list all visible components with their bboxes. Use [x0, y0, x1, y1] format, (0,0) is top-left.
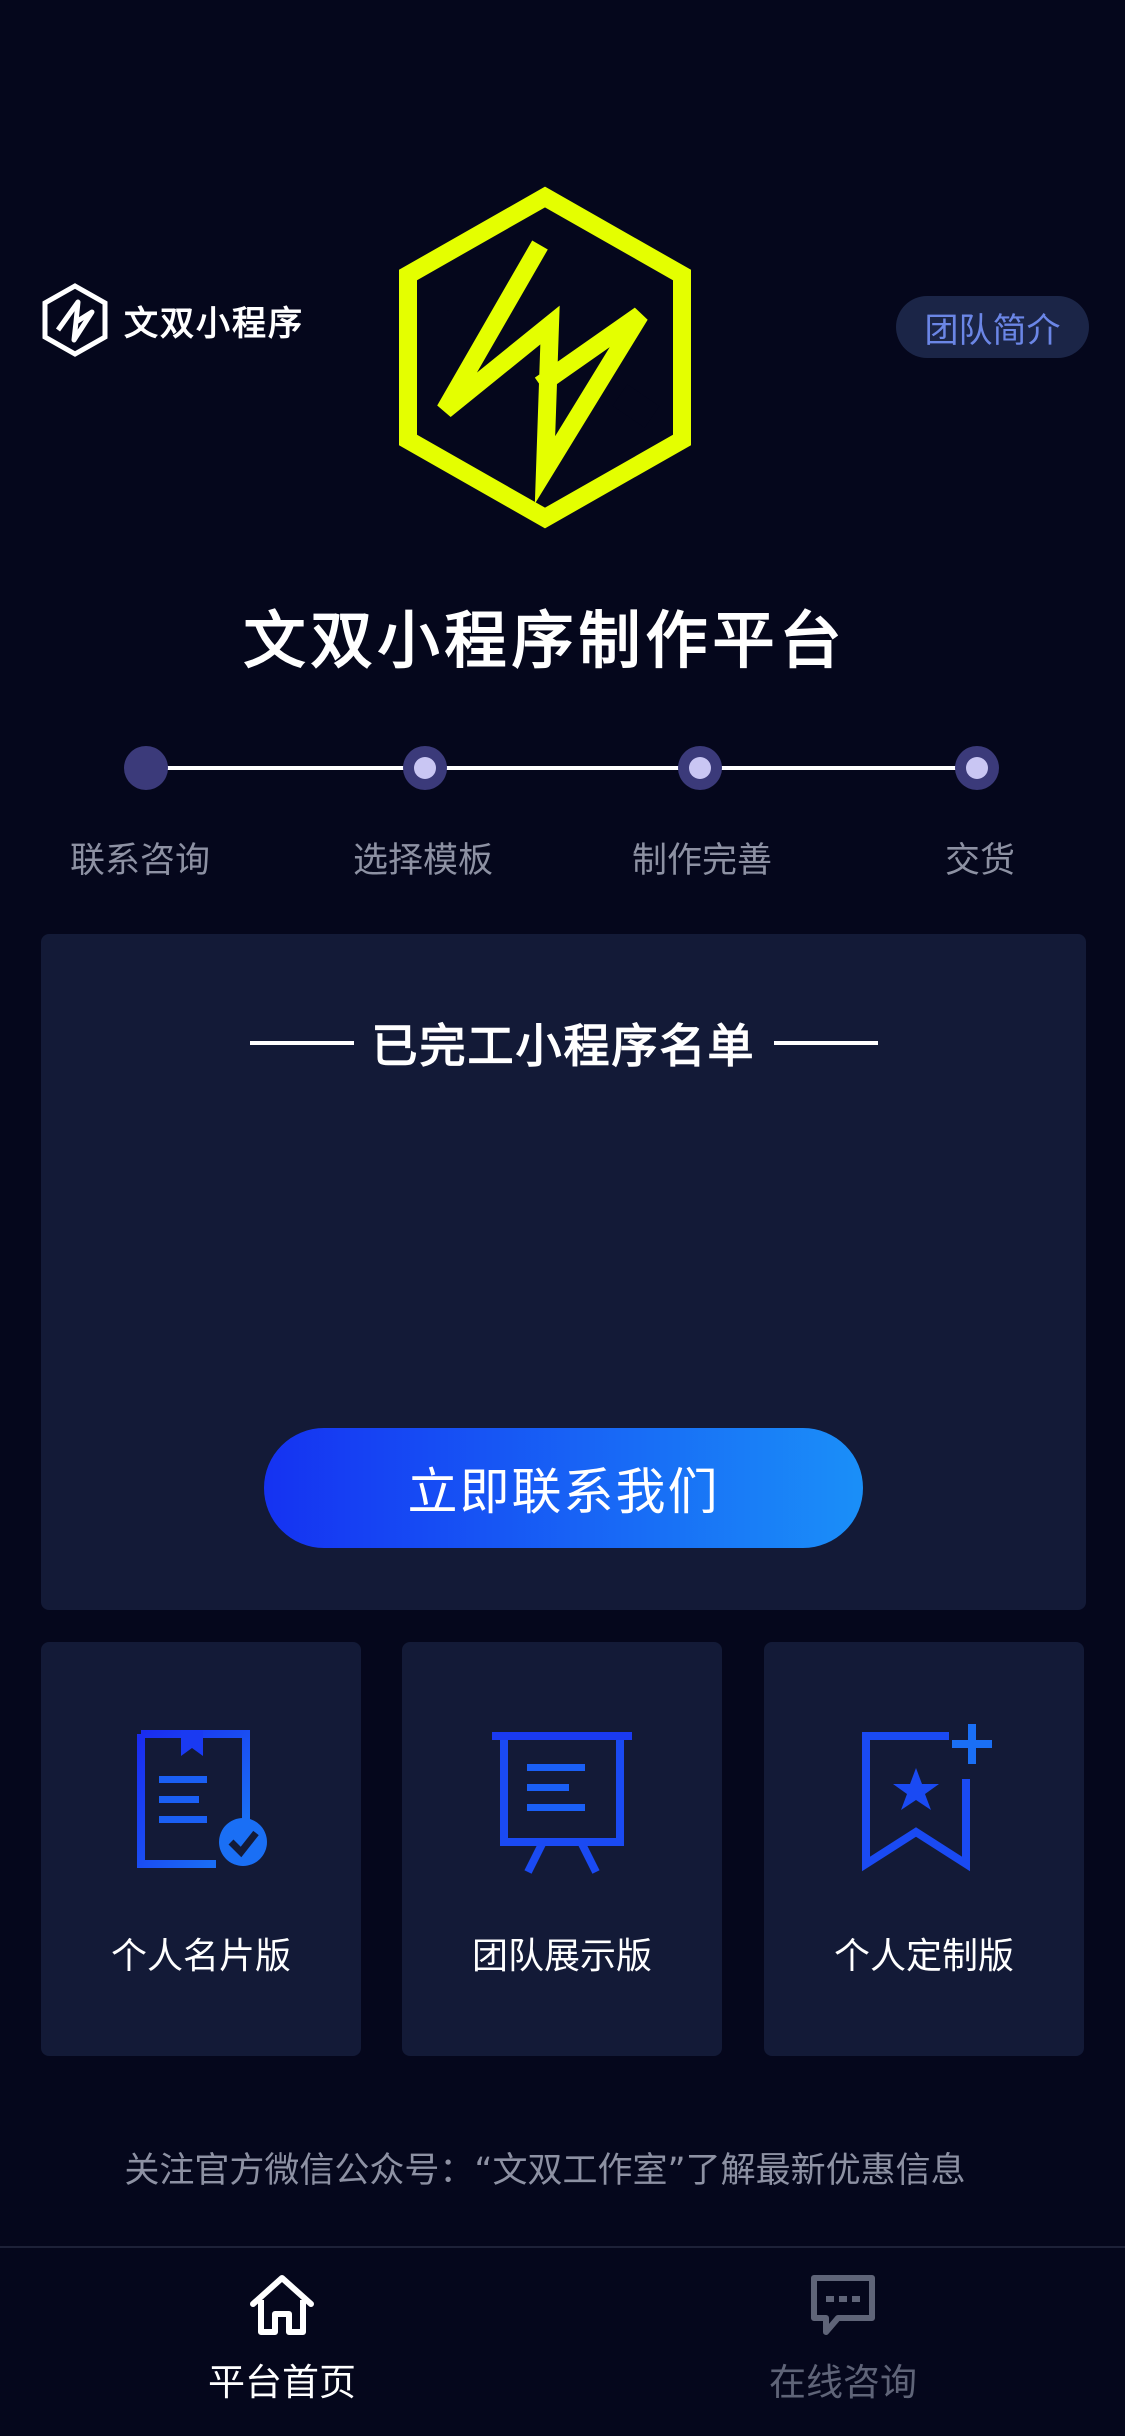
completed-list-title-text: 已完工小程序名单: [371, 1019, 756, 1073]
feature-label-personal-card: 个人名片版: [110, 1936, 291, 1977]
tab-online-consult[interactable]: 在线咨询: [693, 2270, 993, 2406]
feature-label-team-showcase: 团队展示版: [471, 1936, 652, 1977]
steps-line: [146, 766, 976, 770]
brand-name: 文双小程序: [124, 303, 304, 344]
feature-tile-custom[interactable]: 个人定制版: [764, 1642, 1084, 2056]
step-label-3: 制作完善: [631, 841, 772, 881]
step-dot-1: [124, 746, 168, 790]
completed-list-title: 已完工小程序名单: [41, 1010, 1086, 1076]
home-icon: [250, 2275, 314, 2335]
step-label-2: 选择模板: [352, 841, 493, 881]
wechat-notice: 关注官方微信公众号：“文双工作室”了解最新优惠信息: [124, 2151, 966, 2191]
brand-logo-icon: [42, 283, 108, 357]
home-page: 文双小程序 团队简介 文双小程序制作平台 联系咨询 选择模板 制作完善 交货 已…: [0, 0, 1125, 2436]
title-dash-right: [773, 1041, 878, 1045]
chat-icon: [811, 2275, 875, 2335]
feature-tile-team-showcase[interactable]: 团队展示版: [402, 1642, 722, 2056]
card-check-icon: [137, 1730, 267, 1868]
tab-online-consult-label: 在线咨询: [769, 2361, 917, 2404]
page-title: 文双小程序制作平台: [243, 604, 847, 677]
bottom-tab-bar: 平台首页 在线咨询: [0, 2246, 1125, 2436]
tab-home[interactable]: 平台首页: [132, 2270, 432, 2406]
presentation-board-icon: [492, 1732, 632, 1874]
step-dot-3: [678, 746, 722, 790]
title-dash-left: [249, 1041, 354, 1045]
feature-label-custom: 个人定制版: [833, 1936, 1014, 1977]
feature-tile-personal-card[interactable]: 个人名片版: [41, 1642, 361, 2056]
team-intro-button[interactable]: 团队简介: [896, 296, 1089, 358]
step-dot-2: [403, 746, 447, 790]
step-label-4: 交货: [944, 841, 1015, 881]
brand-logo: 文双小程序: [40, 282, 304, 358]
step-dot-4: [955, 746, 999, 790]
platform-logo-icon: [399, 186, 691, 529]
bookmark-star-icon: [862, 1724, 992, 1872]
completed-list-card: 已完工小程序名单 立即联系我们: [41, 934, 1086, 1610]
step-label-1: 联系咨询: [69, 841, 210, 881]
tab-home-label: 平台首页: [208, 2361, 356, 2404]
contact-us-button[interactable]: 立即联系我们: [264, 1428, 863, 1548]
